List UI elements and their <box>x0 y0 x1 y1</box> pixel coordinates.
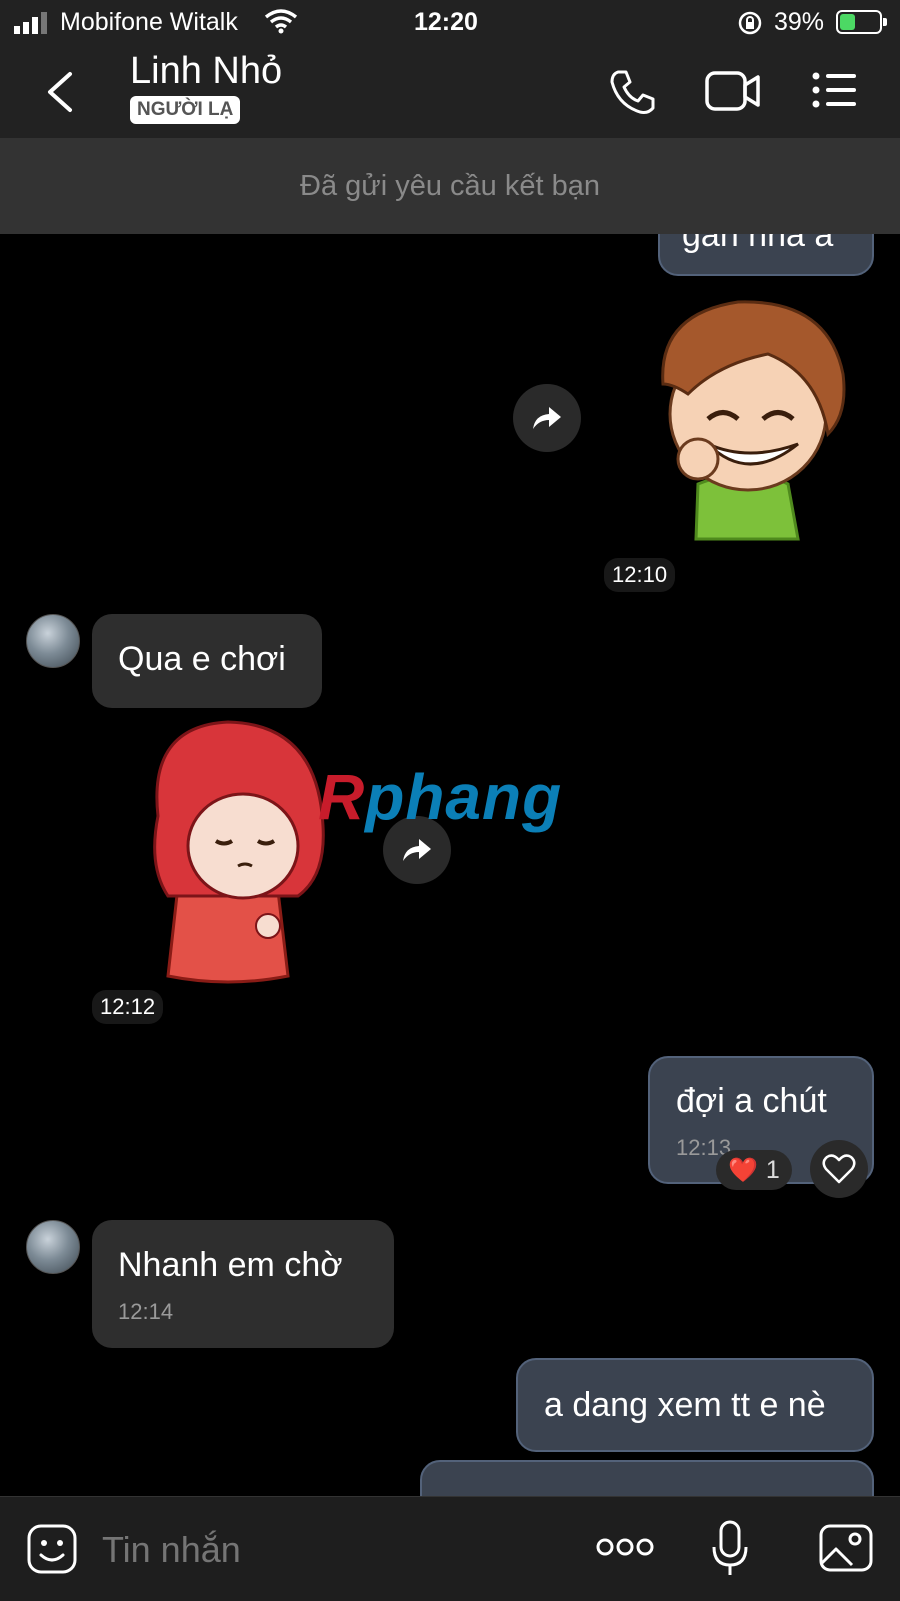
message-time: 12:10 <box>604 558 676 592</box>
friend-request-text: Đã gửi yêu cầu kết bạn <box>300 169 600 202</box>
chat-header: Linh Nhỏ NGƯỜI LẠ <box>0 46 900 138</box>
battery-fill <box>840 14 855 30</box>
message-text: a dang xem tt e nè <box>544 1386 826 1424</box>
message-text: Nhanh em chờ <box>118 1246 343 1284</box>
message-text: đợi a chút <box>676 1082 827 1120</box>
battery-icon <box>836 10 887 34</box>
more-icon[interactable] <box>596 1537 654 1557</box>
carrier-name: Mobifone Witalk <box>60 8 238 36</box>
sticker-red-hood-girl[interactable] <box>128 716 338 986</box>
friend-request-banner: Đã gửi yêu cầu kết bạn <box>0 138 900 234</box>
message-input-bar <box>0 1496 900 1601</box>
back-icon[interactable] <box>42 70 78 114</box>
message-time: 12:14 <box>118 1299 174 1324</box>
share-icon <box>403 839 431 861</box>
message-text: Qua e chơi <box>118 640 286 678</box>
wifi-icon <box>264 9 298 34</box>
sticker-boy[interactable] <box>638 294 858 544</box>
heart-outline-icon <box>822 1154 856 1184</box>
contact-name[interactable]: Linh Nhỏ <box>130 50 282 93</box>
message-bubble-out[interactable]: gần nha a <box>658 234 874 276</box>
clock: 12:20 <box>414 8 478 36</box>
microphone-icon[interactable] <box>710 1519 750 1579</box>
reaction-count: 1 <box>765 1155 780 1184</box>
battery-percent: 39% <box>774 8 825 36</box>
reaction-badge[interactable]: ❤️ 1 <box>716 1150 792 1190</box>
share-icon <box>533 407 561 429</box>
stranger-badge: NGƯỜI LẠ <box>130 96 241 124</box>
message-bubble-in[interactable]: Qua e chơi <box>92 614 322 708</box>
chat-area[interactable]: gần nha a 12:10 Qua e chơi 12:12 đợi a c… <box>0 234 900 1496</box>
message-text: gần nha a <box>682 234 834 254</box>
message-input[interactable] <box>100 1521 564 1579</box>
contact-avatar[interactable] <box>26 1220 80 1274</box>
message-bubble-out[interactable] <box>420 1460 874 1496</box>
video-icon[interactable] <box>705 70 761 112</box>
menu-icon[interactable] <box>812 72 858 108</box>
signal-icon <box>14 12 47 34</box>
image-icon[interactable] <box>818 1523 874 1573</box>
orientation-lock-icon <box>738 11 762 35</box>
message-bubble-in[interactable]: Nhanh em chờ 12:14 <box>92 1220 394 1348</box>
heart-reaction-icon: ❤️ <box>728 1156 758 1184</box>
phone-icon[interactable] <box>608 68 656 116</box>
status-bar: Mobifone Witalk 12:20 39% <box>0 0 900 46</box>
message-time: 12:12 <box>92 990 164 1024</box>
watermark-logo: Rphang <box>318 761 563 833</box>
react-button[interactable] <box>810 1140 868 1198</box>
share-button[interactable] <box>513 384 581 452</box>
contact-avatar[interactable] <box>26 614 80 668</box>
sticker-icon[interactable] <box>26 1523 78 1575</box>
message-bubble-out[interactable]: a dang xem tt e nè <box>516 1358 874 1452</box>
